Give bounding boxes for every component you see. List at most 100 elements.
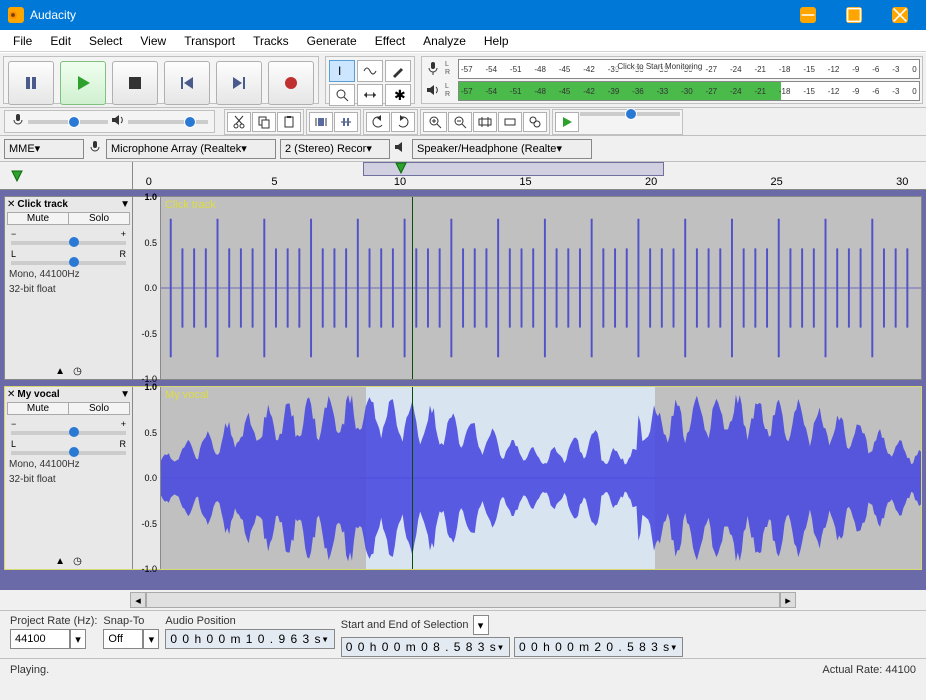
track-name[interactable]: My vocal <box>17 389 118 400</box>
selection-toolbar: Project Rate (Hz): 44100 ▾ Snap-To Off ▾… <box>0 610 926 658</box>
selection-end-input[interactable]: 0 0 h 0 0 m 2 0 . 5 8 3 s▾ <box>514 637 683 657</box>
menu-view[interactable]: View <box>131 32 175 50</box>
skip-end-button[interactable] <box>216 61 262 105</box>
timeline-ruler[interactable]: 051015202530 <box>0 162 926 190</box>
play-button[interactable] <box>60 61 106 105</box>
tool-selection[interactable]: I <box>329 60 355 82</box>
menu-effect[interactable]: Effect <box>366 32 414 50</box>
tool-multi[interactable]: ✱ <box>385 84 411 106</box>
status-bar: Playing. Actual Rate: 44100 <box>0 658 926 680</box>
pin-icon[interactable] <box>10 169 24 183</box>
clock-icon[interactable]: ◷ <box>73 556 82 567</box>
chevron-down-icon[interactable]: ▾ <box>70 629 86 649</box>
tool-envelope[interactable] <box>357 60 383 82</box>
scroll-left-button[interactable]: ◂ <box>130 592 146 608</box>
tool-zoom[interactable] <box>329 84 355 106</box>
track-name[interactable]: Click track <box>17 199 118 210</box>
project-rate-select[interactable]: 44100 <box>10 629 70 649</box>
menu-analyze[interactable]: Analyze <box>414 32 475 50</box>
audio-position-input[interactable]: 0 0 h 0 0 m 1 0 . 9 6 3 s▾ <box>165 629 334 649</box>
menu-help[interactable]: Help <box>475 32 518 50</box>
chevron-down-icon[interactable]: ▾ <box>143 629 159 649</box>
speaker-icon <box>424 83 442 100</box>
track-control-panel[interactable]: ✕ My vocal ▼ Mute Solo −+ LR Mono, 44100… <box>5 387 133 569</box>
tool-timeshift[interactable] <box>357 84 383 106</box>
skip-start-button[interactable] <box>164 61 210 105</box>
meter-click-text: Click to Start Monitoring <box>615 62 704 71</box>
window-minimize-button[interactable] <box>788 0 834 30</box>
tool-draw[interactable] <box>385 60 411 82</box>
paste-button[interactable] <box>277 112 301 132</box>
playback-device-select[interactable]: Speaker/Headphone (Realte ▾ <box>412 139 592 159</box>
gain-slider[interactable] <box>11 431 126 435</box>
horizontal-scrollbar[interactable]: ◂ ▸ <box>0 590 926 610</box>
recording-meter[interactable]: -57-54-51-48-45-42-39-36-33-30-27-24-21-… <box>458 59 920 79</box>
track-control-panel[interactable]: ✕ Click track ▼ Mute Solo −+ LR Mono, 44… <box>5 197 133 379</box>
cut-button[interactable] <box>227 112 251 132</box>
track-row: ✕ My vocal ▼ Mute Solo −+ LR Mono, 44100… <box>4 386 922 570</box>
mixer-toolbar <box>0 108 926 136</box>
chevron-down-icon[interactable]: ▼ <box>120 389 130 400</box>
actual-rate: Actual Rate: 44100 <box>822 664 916 676</box>
silence-button[interactable] <box>334 112 358 132</box>
collapse-icon[interactable]: ▲ <box>55 366 65 377</box>
waveform[interactable]: My vocal <box>161 387 921 569</box>
mic-icon <box>11 113 25 130</box>
pan-slider[interactable] <box>11 261 126 265</box>
window-close-button[interactable] <box>880 0 926 30</box>
clock-icon[interactable]: ◷ <box>73 366 82 377</box>
snap-to-select[interactable]: Off <box>103 629 143 649</box>
menu-select[interactable]: Select <box>80 32 131 50</box>
menu-generate[interactable]: Generate <box>298 32 366 50</box>
tracks-area[interactable]: ✕ Click track ▼ Mute Solo −+ LR Mono, 44… <box>0 190 926 590</box>
gain-slider[interactable] <box>11 241 126 245</box>
meter-lr: LR <box>445 61 455 77</box>
window-title: Audacity <box>30 8 788 22</box>
menu-file[interactable]: File <box>4 32 41 50</box>
mute-button[interactable]: Mute <box>8 213 69 224</box>
zoom-in-button[interactable] <box>423 112 447 132</box>
playback-volume-slider[interactable] <box>128 120 208 124</box>
redo-button[interactable] <box>391 112 415 132</box>
playback-meter[interactable]: -57-54-51-48-45-42-39-36-33-30-27-24-21-… <box>458 81 920 101</box>
mic-icon <box>88 140 102 157</box>
window-maximize-button[interactable] <box>834 0 880 30</box>
copy-button[interactable] <box>252 112 276 132</box>
amplitude-scale: 1.00.50.0-0.5-1.0 <box>133 197 161 379</box>
chevron-down-icon[interactable]: ▾ <box>473 615 489 635</box>
close-icon[interactable]: ✕ <box>7 389 15 400</box>
menu-tracks[interactable]: Tracks <box>244 32 298 50</box>
undo-button[interactable] <box>366 112 390 132</box>
pause-button[interactable] <box>8 61 54 105</box>
record-button[interactable] <box>268 61 314 105</box>
recording-channels-select[interactable]: 2 (Stereo) Recor ▾ <box>280 139 390 159</box>
menu-edit[interactable]: Edit <box>41 32 80 50</box>
selection-start-input[interactable]: 0 0 h 0 0 m 0 8 . 5 8 3 s▾ <box>341 637 510 657</box>
chevron-down-icon[interactable]: ▼ <box>120 199 130 210</box>
play-speed-slider[interactable] <box>580 112 680 116</box>
play-at-speed-button[interactable] <box>555 112 579 132</box>
fit-selection-button[interactable] <box>473 112 497 132</box>
solo-button[interactable]: Solo <box>69 403 129 414</box>
menu-transport[interactable]: Transport <box>175 32 244 50</box>
scroll-right-button[interactable]: ▸ <box>780 592 796 608</box>
audio-host-select[interactable]: MME ▾ <box>4 139 84 159</box>
trim-button[interactable] <box>309 112 333 132</box>
pan-slider[interactable] <box>11 451 126 455</box>
device-toolbar: MME ▾ Microphone Array (Realtek ▾ 2 (Ste… <box>0 136 926 162</box>
waveform[interactable]: Click track <box>161 197 921 379</box>
status-message: Playing. <box>10 664 49 676</box>
track-row: ✕ Click track ▼ Mute Solo −+ LR Mono, 44… <box>4 196 922 380</box>
recording-volume-slider[interactable] <box>28 120 108 124</box>
close-icon[interactable]: ✕ <box>7 199 15 210</box>
zoom-out-button[interactable] <box>448 112 472 132</box>
svg-text:✱: ✱ <box>394 88 405 102</box>
stop-button[interactable] <box>112 61 158 105</box>
fit-project-button[interactable] <box>498 112 522 132</box>
solo-button[interactable]: Solo <box>69 213 129 224</box>
speaker-icon <box>111 113 125 130</box>
zoom-toggle-button[interactable] <box>523 112 547 132</box>
collapse-icon[interactable]: ▲ <box>55 556 65 567</box>
mute-button[interactable]: Mute <box>8 403 69 414</box>
recording-device-select[interactable]: Microphone Array (Realtek ▾ <box>106 139 276 159</box>
